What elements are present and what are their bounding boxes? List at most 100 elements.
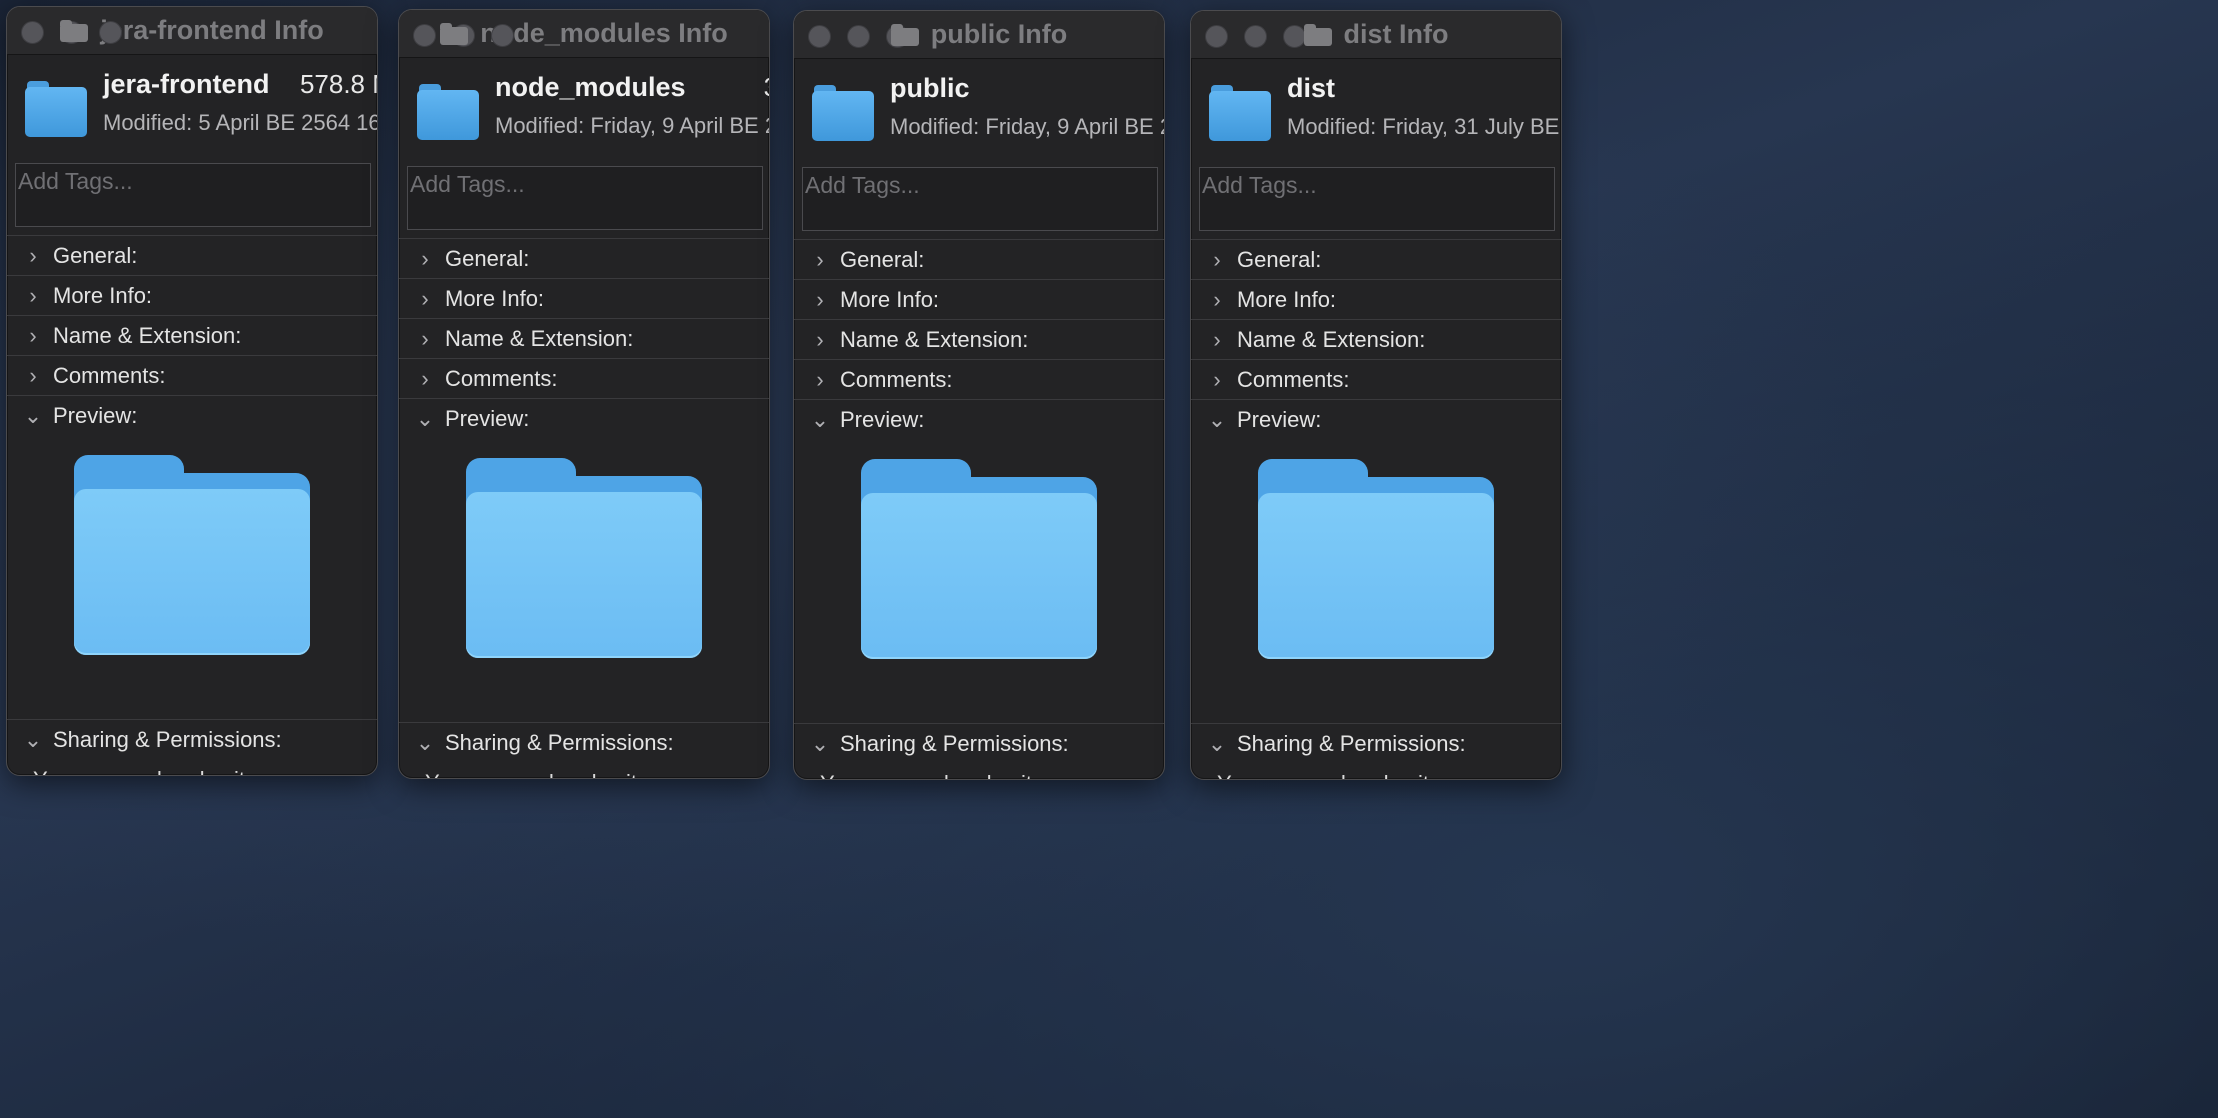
folder-icon	[60, 19, 89, 42]
folder-icon	[1303, 23, 1332, 46]
section-sharing-permissions[interactable]: ⌄ Sharing & Permissions:	[399, 722, 769, 762]
info-header: node_modules 367.9 MB Modified: Friday, …	[399, 58, 769, 166]
chevron-right-icon: ›	[816, 246, 824, 272]
preview-area	[1191, 439, 1561, 723]
chevron-down-icon: ⌄	[415, 405, 435, 431]
section-preview[interactable]: ⌄ Preview:	[794, 399, 1164, 439]
folder-icon	[812, 85, 874, 141]
folder-preview-icon	[466, 458, 702, 658]
modified-date: Modified: Friday, 31 July BE 2563 10:50	[1287, 114, 1561, 139]
minimize-button[interactable]	[1244, 25, 1267, 48]
info-window: public Info public 65.9 MB Modified: Fri…	[793, 10, 1165, 780]
section-comments[interactable]: › Comments:	[399, 358, 769, 398]
window-title: jera-frontend Info	[7, 15, 377, 46]
modified-date: Modified: Friday, 9 April BE 2564 23:37	[890, 114, 1164, 139]
chevron-down-icon: ⌄	[23, 402, 43, 428]
info-header: jera-frontend 578.8 MB Modified: 5 April…	[7, 55, 377, 163]
chevron-down-icon: ⌄	[1207, 406, 1227, 432]
section-general[interactable]: › General:	[7, 235, 377, 275]
section-general[interactable]: › General:	[794, 239, 1164, 279]
section-preview[interactable]: ⌄ Preview:	[399, 398, 769, 438]
section-preview[interactable]: ⌄ Preview:	[1191, 399, 1561, 439]
item-name: public	[890, 73, 970, 103]
chevron-right-icon: ›	[421, 285, 429, 311]
item-name: dist	[1287, 73, 1336, 103]
section-more-info[interactable]: › More Info:	[794, 279, 1164, 319]
section-more-info[interactable]: › More Info:	[399, 278, 769, 318]
chevron-right-icon: ›	[29, 322, 37, 348]
close-button[interactable]	[21, 21, 44, 44]
chevron-right-icon: ›	[1213, 246, 1221, 272]
traffic-lights	[1205, 25, 1306, 48]
folder-icon	[25, 81, 87, 137]
folder-preview-icon	[74, 455, 310, 655]
section-comments[interactable]: › Comments:	[1191, 359, 1561, 399]
section-name-extension[interactable]: › Name & Extension:	[399, 318, 769, 358]
close-button[interactable]	[413, 24, 436, 47]
chevron-down-icon: ⌄	[810, 406, 830, 432]
chevron-right-icon: ›	[421, 245, 429, 271]
title-bar[interactable]: public Info	[794, 11, 1164, 59]
chevron-down-icon: ⌄	[810, 730, 830, 756]
section-general[interactable]: › General:	[1191, 239, 1561, 279]
section-general[interactable]: › General:	[399, 238, 769, 278]
modified-date: Modified: Friday, 9 April BE 2564 23:37	[495, 113, 769, 138]
close-button[interactable]	[1205, 25, 1228, 48]
chevron-down-icon: ⌄	[23, 726, 43, 752]
permission-summary: You can read and write	[7, 759, 377, 775]
item-name: jera-frontend	[103, 69, 270, 99]
chevron-right-icon: ›	[1213, 326, 1221, 352]
chevron-down-icon: ⌄	[1207, 730, 1227, 756]
chevron-right-icon: ›	[816, 326, 824, 352]
preview-area	[7, 435, 377, 719]
zoom-button[interactable]	[99, 21, 122, 44]
chevron-right-icon: ›	[421, 365, 429, 391]
permission-summary: You can read and write	[399, 762, 769, 778]
tags-field[interactable]: Add Tags...	[1199, 167, 1555, 231]
folder-preview-icon	[1258, 459, 1494, 659]
chevron-right-icon: ›	[1213, 286, 1221, 312]
permission-summary: You can read and write	[1191, 763, 1561, 779]
section-comments[interactable]: › Comments:	[7, 355, 377, 395]
chevron-right-icon: ›	[29, 242, 37, 268]
info-window: jera-frontend Info jera-frontend 578.8 M…	[6, 6, 378, 776]
folder-icon	[440, 22, 469, 45]
info-header: dist 28.3 MB Modified: Friday, 31 July B…	[1191, 59, 1561, 167]
folder-icon	[1209, 85, 1271, 141]
window-title-text: public Info	[930, 19, 1068, 49]
close-button[interactable]	[808, 25, 831, 48]
preview-area	[399, 438, 769, 722]
info-header: public 65.9 MB Modified: Friday, 9 April…	[794, 59, 1164, 167]
section-name-extension[interactable]: › Name & Extension:	[7, 315, 377, 355]
folder-preview-icon	[861, 459, 1097, 659]
window-title: node_modules Info	[399, 18, 769, 49]
tags-field[interactable]: Add Tags...	[15, 163, 371, 227]
section-name-extension[interactable]: › Name & Extension:	[794, 319, 1164, 359]
title-bar[interactable]: node_modules Info	[399, 10, 769, 58]
section-preview[interactable]: ⌄ Preview:	[7, 395, 377, 435]
section-sharing-permissions[interactable]: ⌄ Sharing & Permissions:	[7, 719, 377, 759]
chevron-right-icon: ›	[29, 362, 37, 388]
window-title-text: node_modules Info	[480, 18, 728, 48]
section-more-info[interactable]: › More Info:	[7, 275, 377, 315]
tags-field[interactable]: Add Tags...	[802, 167, 1158, 231]
section-sharing-permissions[interactable]: ⌄ Sharing & Permissions:	[1191, 723, 1561, 763]
minimize-button[interactable]	[847, 25, 870, 48]
item-size: 367.9 MB	[764, 72, 769, 103]
modified-date: Modified: 5 April BE 2564 16:30	[103, 110, 377, 135]
folder-icon	[890, 23, 919, 46]
chevron-right-icon: ›	[421, 325, 429, 351]
section-name-extension[interactable]: › Name & Extension:	[1191, 319, 1561, 359]
chevron-right-icon: ›	[29, 282, 37, 308]
chevron-down-icon: ⌄	[415, 729, 435, 755]
section-sharing-permissions[interactable]: ⌄ Sharing & Permissions:	[794, 723, 1164, 763]
folder-icon	[417, 84, 479, 140]
section-comments[interactable]: › Comments:	[794, 359, 1164, 399]
chevron-right-icon: ›	[816, 286, 824, 312]
title-bar[interactable]: jera-frontend Info	[7, 7, 377, 55]
permission-summary: You can read and write	[794, 763, 1164, 779]
title-bar[interactable]: dist Info	[1191, 11, 1561, 59]
section-more-info[interactable]: › More Info:	[1191, 279, 1561, 319]
tags-field[interactable]: Add Tags...	[407, 166, 763, 230]
zoom-button[interactable]	[491, 24, 514, 47]
